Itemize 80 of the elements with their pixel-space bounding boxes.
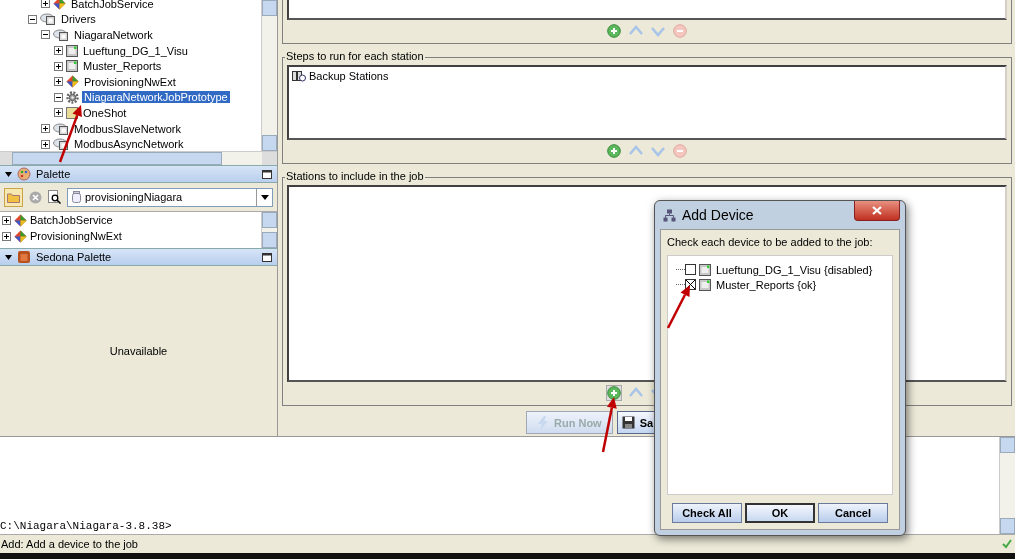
expand-icon[interactable] — [54, 108, 63, 118]
close-icon — [872, 206, 882, 215]
collapse-icon[interactable] — [41, 30, 50, 40]
annotation-arrow — [666, 285, 690, 329]
tree-item[interactable]: BatchJobService — [69, 0, 156, 10]
expand-icon[interactable] — [41, 139, 50, 149]
step-item[interactable]: Backup Stations — [309, 70, 389, 82]
tree-item[interactable]: OneShot — [81, 106, 129, 119]
horizontal-scrollbar[interactable] — [0, 151, 277, 165]
dialog-button[interactable]: Check All — [672, 503, 742, 523]
vertical-scrollbar[interactable] — [261, 0, 277, 151]
expand-icon[interactable] — [54, 61, 63, 71]
tree-item[interactable]: ModbusSlaveNetwork — [72, 122, 183, 135]
dialog-button[interactable]: Cancel — [818, 503, 888, 523]
network-icon — [40, 13, 56, 26]
network-icon — [53, 138, 69, 151]
expand-icon[interactable] — [54, 77, 63, 87]
status-text: Add: Add a device to the job — [1, 538, 139, 550]
dialog-title: Add Device — [682, 207, 754, 223]
diamond-icon — [66, 75, 79, 89]
unavailable-message: Unavailable — [109, 345, 168, 358]
jar-icon — [72, 191, 81, 203]
sedona-icon — [17, 250, 31, 264]
palette-item[interactable]: BatchJobService — [30, 214, 113, 226]
expand-icon[interactable] — [41, 124, 50, 134]
console-prompt: C:\Niagara\Niagara-3.8.38> — [0, 520, 173, 533]
open-palette-button[interactable] — [4, 187, 23, 207]
tree-item[interactable]: ModbusAsyncNetwork — [72, 138, 186, 151]
vertical-scrollbar[interactable] — [999, 437, 1015, 535]
maximize-icon[interactable] — [262, 169, 272, 179]
tree-item[interactable]: NiagaraNetwork — [72, 29, 155, 41]
add-icon[interactable] — [607, 386, 621, 400]
close-button[interactable] — [854, 201, 900, 221]
pane-title: Sedona Palette — [36, 251, 112, 263]
device-label: Muster_Reports {ok} — [716, 278, 817, 291]
tree-item[interactable]: ProvisioningNwExt — [82, 75, 178, 88]
annotation-arrow — [601, 397, 617, 453]
section-title: Steps to run for each station — [285, 50, 425, 62]
expand-icon[interactable] — [2, 231, 11, 241]
tree-item[interactable]: NiagaraNetworkJobPrototype — [82, 91, 230, 104]
collapse-icon[interactable] — [28, 14, 37, 24]
expand-icon[interactable] — [54, 46, 63, 56]
checkbox[interactable] — [685, 264, 696, 275]
tree-item[interactable]: Lueftung_DG_1_Visu — [81, 44, 190, 57]
diamond-icon — [53, 0, 66, 11]
section-title: Stations to include in the job — [285, 170, 425, 182]
gear-icon — [66, 90, 79, 104]
add-icon[interactable] — [607, 24, 621, 38]
folder-icon — [7, 191, 20, 203]
collapse-icon[interactable] — [54, 92, 63, 102]
palette-item[interactable]: ProvisioningNwExt — [30, 230, 122, 242]
diamond-icon — [14, 229, 27, 243]
maximize-icon[interactable] — [262, 252, 272, 262]
vertical-scrollbar[interactable] — [261, 212, 277, 248]
collapse-triangle-icon[interactable] — [5, 254, 12, 260]
network-icon — [53, 122, 69, 135]
check-icon — [1002, 539, 1012, 549]
add-icon[interactable] — [607, 144, 621, 158]
tree-item[interactable]: Drivers — [59, 13, 98, 26]
device-label: Lueftung_DG_1_Visu {disabled} — [716, 263, 873, 276]
collapse-triangle-icon[interactable] — [5, 171, 12, 177]
expand-icon[interactable] — [41, 0, 50, 9]
expand-icon[interactable] — [2, 215, 11, 225]
palette-icon — [17, 167, 31, 181]
dialog-button[interactable]: OK — [745, 503, 815, 523]
station-icon — [66, 60, 78, 73]
network-icon — [53, 29, 69, 41]
diamond-icon — [14, 213, 27, 227]
backup-icon — [292, 70, 306, 82]
pane-title: Palette — [36, 168, 71, 180]
station-icon — [699, 263, 711, 276]
tree-item[interactable]: Muster_Reports — [81, 60, 164, 73]
palette-combobox[interactable]: provisioningNiagara — [67, 187, 273, 207]
network-tree-icon — [663, 208, 676, 222]
lightning-icon — [537, 415, 549, 430]
station-icon — [699, 278, 711, 291]
dialog-instruction: Check each device to be added to the job: — [667, 235, 874, 250]
dropdown-icon — [260, 194, 269, 200]
search-icon[interactable] — [48, 190, 61, 204]
station-icon — [66, 44, 78, 57]
